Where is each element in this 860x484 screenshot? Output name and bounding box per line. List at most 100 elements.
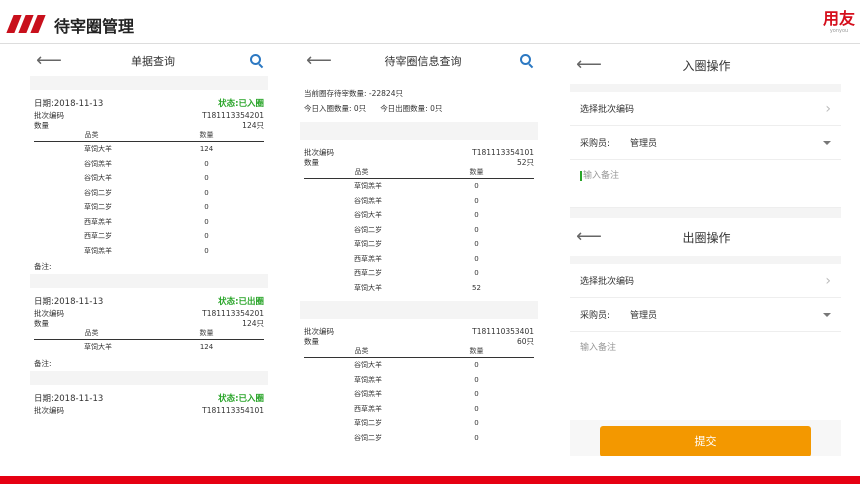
- back-arrow-icon[interactable]: ⟵: [306, 52, 332, 70]
- row-type: 草饲二岁: [354, 240, 382, 248]
- today-summary: 今日入圈数量: 0只 今日出圈数量: 0只: [300, 102, 538, 116]
- record-status: 状态:已入圈: [218, 99, 264, 109]
- today-out: 今日出圈数量: 0只: [380, 104, 443, 113]
- table-row: 草饲二岁 0: [304, 416, 534, 431]
- batch-label: 批次编码: [304, 148, 334, 157]
- table-row: 谷饲大羊 0: [304, 358, 534, 373]
- section-gap: [30, 370, 268, 385]
- row-type: 谷饲二岁: [84, 188, 112, 197]
- out-select-batch-row[interactable]: 选择批次编码 ›: [570, 264, 841, 298]
- row-qty: 0: [474, 361, 479, 369]
- record-date: 日期:2018-11-13: [34, 297, 104, 307]
- buyer-label: 采购员:: [580, 139, 611, 149]
- row-type: 草饲羔羊: [84, 246, 112, 255]
- row-type: 谷饲羔羊: [354, 390, 382, 398]
- back-arrow-icon[interactable]: ⟵: [576, 56, 602, 74]
- memo-placeholder: 输入备注: [580, 343, 617, 353]
- row-type: 西草羔羊: [354, 254, 382, 263]
- record-card[interactable]: 日期:2018-11-13 状态:已入圈 批次编码 T181113354101: [30, 385, 268, 416]
- row-type: 谷饲二岁: [354, 433, 382, 442]
- batch-detail-table: 品类 数量 谷饲大羊 0 草饲羔羊 0 谷饲羔羊 0 西草羔羊 0 草饲二岁 0 谷饲二岁…: [304, 347, 534, 445]
- row-type: 西草羔羊: [354, 404, 382, 413]
- table-row: 谷饲二岁 0: [34, 186, 264, 201]
- row-qty: 124: [199, 145, 214, 153]
- batch-card[interactable]: 批次编码 T181110353401 数量 60只 品类 数量 谷饲大羊 0 草饲…: [300, 319, 538, 445]
- row-qty: 0: [204, 159, 209, 168]
- table-row: 谷饲大羊 0: [304, 208, 534, 223]
- row-type: 草饲大羊: [354, 283, 382, 292]
- stock-summary: 当前圈存待宰数量: -22824只: [304, 89, 403, 98]
- qty-label: 数量: [34, 319, 49, 328]
- batch-label: 批次编码: [34, 111, 64, 120]
- caret-down-icon: [823, 312, 831, 317]
- row-qty: 0: [474, 225, 479, 234]
- section-gap: [300, 301, 538, 319]
- pen-info-nav: ⟵ 待宰圈信息查询: [300, 46, 538, 76]
- qty-label: 数量: [34, 121, 49, 130]
- row-qty: 0: [474, 375, 479, 384]
- slide: 待宰圈管理 用友 yonyou ⟵ 单据查询 日期:2018-11-13 状态:…: [0, 0, 860, 484]
- submit-button[interactable]: 提交: [600, 426, 811, 456]
- row-type: 谷饲大羊: [84, 174, 112, 182]
- qty-label: 数量: [304, 158, 319, 167]
- back-arrow-icon[interactable]: ⟵: [576, 228, 602, 246]
- table-row: 西草二岁 0: [304, 266, 534, 281]
- row-type: 谷饲大羊: [354, 211, 382, 219]
- row-type: 谷饲大羊: [354, 361, 382, 369]
- footer-red-bar: [0, 476, 860, 484]
- today-in: 今日入圈数量: 0只: [304, 104, 367, 113]
- in-memo-input[interactable]: 输入备注: [570, 160, 841, 208]
- qty-value: 60只: [516, 337, 534, 346]
- record-card[interactable]: 日期:2018-11-13 状态:已出圈 批次编码 T181113354201 …: [30, 288, 268, 371]
- in-select-batch-row[interactable]: 选择批次编码 ›: [570, 92, 841, 126]
- record-detail-table: 品类 数量 草饲大羊 124 谷饲羔羊 0 谷饲大羊 0 谷饲二岁 0 草饲二岁 0 西草…: [34, 131, 264, 258]
- section-gap: [570, 256, 841, 264]
- batch-card[interactable]: 批次编码 T181113354101 数量 52只 品类 数量 草饲羔羊 0 谷饲…: [300, 140, 538, 295]
- qty-value: 124只: [242, 319, 264, 328]
- batch-value: T181113354101: [202, 405, 264, 415]
- row-qty: 0: [474, 433, 479, 442]
- batch-value: T181113354101: [472, 148, 534, 157]
- out-memo-input[interactable]: 输入备注: [570, 332, 841, 380]
- doc-query-nav: ⟵ 单据查询: [30, 46, 268, 76]
- section-gap: [570, 84, 841, 92]
- batch-label: 批次编码: [34, 309, 64, 318]
- batch-value: T181113354201: [202, 111, 264, 120]
- record-remark: 备注:: [34, 358, 52, 368]
- caret-down-icon: [823, 140, 831, 145]
- record-date: 日期:2018-11-13: [34, 99, 104, 109]
- brand-logo: 用友 yonyou: [822, 10, 856, 35]
- search-icon[interactable]: [520, 54, 534, 69]
- row-type: 草饲二岁: [84, 203, 112, 211]
- buyer-value: 管理员: [630, 311, 658, 321]
- row-type: 西草二岁: [354, 269, 382, 277]
- back-arrow-icon[interactable]: ⟵: [36, 52, 62, 70]
- table-row: 谷饲二岁 0: [304, 223, 534, 238]
- in-buyer-select[interactable]: 采购员: 管理员: [570, 126, 841, 160]
- batch-value: T181113354201: [202, 309, 264, 318]
- buyer-label: 采购员:: [580, 311, 611, 321]
- record-status: 状态:已入圈: [218, 393, 264, 404]
- title-stripes-icon: [0, 15, 50, 33]
- submit-bar: 提交: [570, 420, 841, 456]
- qty-label: 数量: [304, 337, 319, 346]
- record-detail-table: 品类 数量 草饲大羊 124: [34, 329, 264, 355]
- section-gap: [30, 76, 268, 90]
- table-row: 草饲二岁 0: [34, 200, 264, 215]
- col-qty-header: 数量: [149, 131, 264, 142]
- col-type-header: 品类: [304, 347, 419, 358]
- record-card[interactable]: 日期:2018-11-13 状态:已入圈 批次编码 T181113354201 …: [30, 90, 268, 274]
- row-qty: 0: [474, 240, 479, 248]
- text-cursor: [580, 170, 582, 181]
- out-buyer-select[interactable]: 采购员: 管理员: [570, 298, 841, 332]
- row-qty: 0: [474, 211, 479, 219]
- slide-header: 待宰圈管理 用友 yonyou: [0, 0, 860, 44]
- table-row: 西草二岁 0: [34, 229, 264, 244]
- row-qty: 0: [204, 232, 209, 240]
- select-batch-label: 选择批次编码: [580, 105, 635, 115]
- table-row: 西草羔羊 0: [304, 402, 534, 417]
- col-qty-header: 数量: [149, 329, 264, 340]
- row-type: 草饲二岁: [354, 419, 382, 427]
- table-row: 谷饲二岁 0: [304, 431, 534, 446]
- search-icon[interactable]: [250, 54, 264, 69]
